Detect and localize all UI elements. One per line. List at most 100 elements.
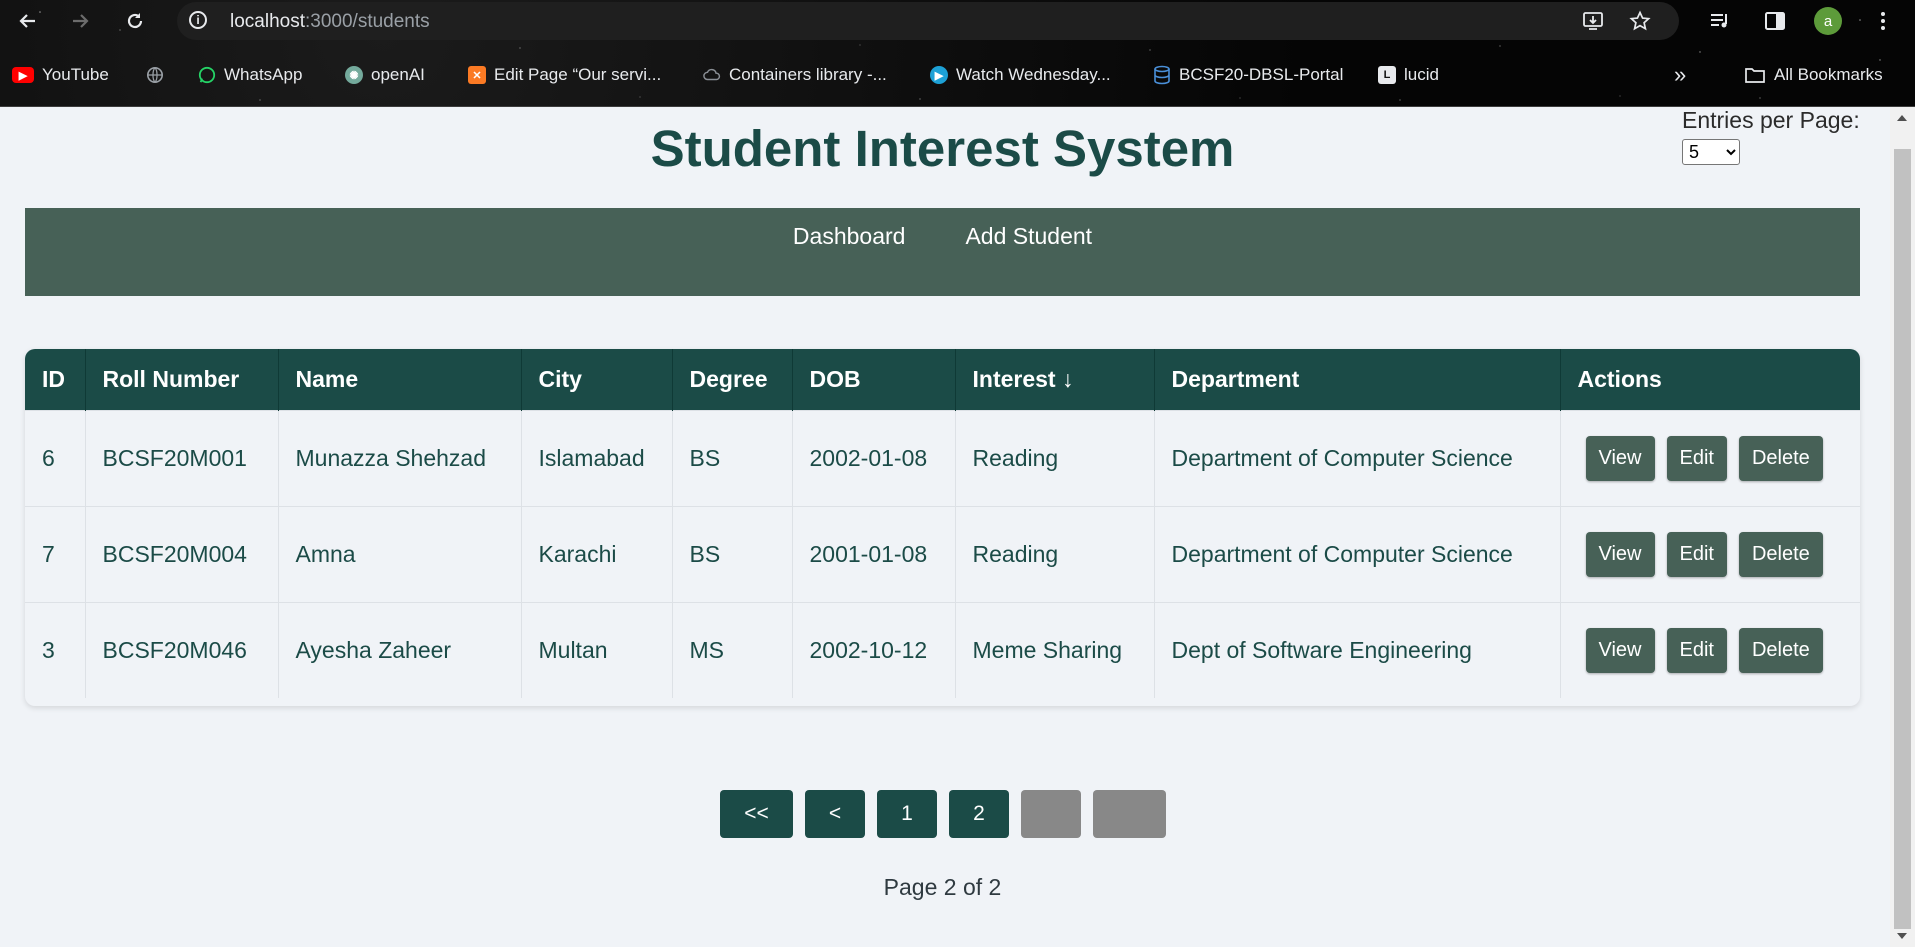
cell-actions: View Edit Delete bbox=[1560, 506, 1860, 603]
cell-dob: 2001-01-08 bbox=[792, 506, 956, 603]
side-panel-icon[interactable] bbox=[1760, 6, 1790, 36]
page-1-button[interactable]: 1 bbox=[877, 790, 937, 838]
cell-department: Department of Computer Science bbox=[1154, 506, 1561, 603]
cell-degree: BS bbox=[672, 506, 793, 603]
bookmark-star-icon[interactable] bbox=[1628, 9, 1652, 33]
page-info: Page 2 of 2 bbox=[883, 874, 1002, 900]
col-header-name[interactable]: Name bbox=[278, 349, 522, 411]
delete-button[interactable]: Delete bbox=[1738, 532, 1823, 577]
forward-arrow-icon[interactable] bbox=[65, 6, 95, 36]
delete-button[interactable]: Delete bbox=[1738, 628, 1823, 673]
col-header-degree[interactable]: Degree bbox=[672, 349, 793, 411]
bookmark-openai[interactable]: ✺ openAI bbox=[345, 62, 425, 88]
edit-button[interactable]: Edit bbox=[1666, 628, 1727, 673]
table-header-row: ID Roll Number Name City Degree DOB Inte… bbox=[25, 349, 1860, 411]
table-row: 6 BCSF20M001 Munazza Shehzad Islamabad B… bbox=[25, 410, 1860, 507]
cell-name: Amna bbox=[278, 506, 522, 603]
scroll-up-arrow-icon[interactable] bbox=[1897, 115, 1907, 121]
bookmark-edit-page[interactable]: ✕ Edit Page “Our servi... bbox=[468, 62, 661, 88]
scrollbar-thumb[interactable] bbox=[1894, 149, 1911, 929]
browser-chrome: i localhost:3000/students a ▶ YouTube Wh… bbox=[0, 0, 1915, 107]
next-page-button[interactable] bbox=[1021, 790, 1081, 838]
profile-avatar[interactable]: a bbox=[1814, 7, 1842, 35]
col-header-department[interactable]: Department bbox=[1154, 349, 1561, 411]
cell-actions: View Edit Delete bbox=[1560, 602, 1860, 698]
bookmark-whatsapp[interactable]: WhatsApp bbox=[198, 62, 302, 88]
col-header-city[interactable]: City bbox=[521, 349, 673, 411]
col-header-id[interactable]: ID bbox=[25, 349, 86, 411]
nav-dashboard-link[interactable]: Dashboard bbox=[793, 223, 906, 251]
view-button[interactable]: View bbox=[1585, 628, 1655, 673]
xampp-icon: ✕ bbox=[468, 66, 486, 84]
more-bookmarks-chevron-icon[interactable]: » bbox=[1674, 62, 1686, 88]
last-page-button[interactable] bbox=[1093, 790, 1166, 838]
prev-page-button[interactable]: < bbox=[805, 790, 865, 838]
edit-button[interactable]: Edit bbox=[1666, 532, 1727, 577]
cell-name: Ayesha Zaheer bbox=[278, 602, 522, 698]
cell-degree: MS bbox=[672, 602, 793, 698]
site-info-icon[interactable]: i bbox=[189, 11, 207, 29]
cell-interest: Reading bbox=[955, 410, 1155, 507]
cell-id: 6 bbox=[25, 410, 86, 507]
cell-city: Karachi bbox=[521, 506, 673, 603]
bookmark-watch-wednesday[interactable]: ▶ Watch Wednesday... bbox=[930, 62, 1111, 88]
kebab-menu-icon[interactable] bbox=[1868, 6, 1898, 36]
youtube-icon: ▶ bbox=[12, 67, 34, 83]
back-arrow-icon[interactable] bbox=[13, 6, 43, 36]
students-table-container: ID Roll Number Name City Degree DOB Inte… bbox=[25, 349, 1860, 706]
cell-name: Munazza Shehzad bbox=[278, 410, 522, 507]
cell-degree: BS bbox=[672, 410, 793, 507]
bookmark-lucid[interactable]: L lucid bbox=[1378, 62, 1439, 88]
col-header-dob[interactable]: DOB bbox=[792, 349, 956, 411]
nav-add-student-link[interactable]: Add Student bbox=[965, 223, 1092, 251]
entries-per-page-select[interactable]: 5 bbox=[1682, 139, 1740, 165]
install-app-icon[interactable] bbox=[1581, 9, 1605, 33]
pagination: << < 1 2 bbox=[720, 790, 1166, 838]
bookmark-youtube[interactable]: ▶ YouTube bbox=[12, 62, 109, 88]
col-header-actions: Actions bbox=[1560, 349, 1860, 411]
cell-actions: View Edit Delete bbox=[1560, 410, 1860, 507]
url-text[interactable]: localhost:3000/students bbox=[230, 11, 430, 33]
scroll-down-arrow-icon[interactable] bbox=[1897, 933, 1907, 939]
page-scrollbar[interactable] bbox=[1890, 107, 1915, 947]
cell-department: Dept of Software Engineering bbox=[1154, 602, 1561, 698]
bookmark-containers[interactable]: Containers library -... bbox=[703, 62, 887, 88]
cell-id: 7 bbox=[25, 506, 86, 603]
page-title: Student Interest System bbox=[650, 120, 1235, 177]
cell-id: 3 bbox=[25, 602, 86, 698]
edit-button[interactable]: Edit bbox=[1666, 436, 1727, 481]
cell-department: Department of Computer Science bbox=[1154, 410, 1561, 507]
bookmarks-bar: ▶ YouTube WhatsApp ✺ openAI ✕ Edit Page … bbox=[0, 57, 1915, 93]
globe-icon bbox=[146, 66, 164, 84]
delete-button[interactable]: Delete bbox=[1738, 436, 1823, 481]
cell-city: Islamabad bbox=[521, 410, 673, 507]
browser-toolbar: i localhost:3000/students a bbox=[0, 0, 1915, 42]
col-header-interest-sorted[interactable]: Interest ↓ bbox=[955, 349, 1155, 411]
col-header-roll-number[interactable]: Roll Number bbox=[85, 349, 279, 411]
table-row: 7 BCSF20M004 Amna Karachi BS 2001-01-08 … bbox=[25, 506, 1860, 603]
table-row: 3 BCSF20M046 Ayesha Zaheer Multan MS 200… bbox=[25, 602, 1860, 698]
cell-roll-number: BCSF20M001 bbox=[85, 410, 279, 507]
cloud-icon bbox=[703, 66, 721, 84]
lucid-icon: L bbox=[1378, 66, 1396, 84]
play-icon: ▶ bbox=[930, 66, 948, 84]
all-bookmarks-folder[interactable]: All Bookmarks bbox=[1744, 62, 1883, 88]
cell-city: Multan bbox=[521, 602, 673, 698]
cell-dob: 2002-10-12 bbox=[792, 602, 956, 698]
cell-roll-number: BCSF20M046 bbox=[85, 602, 279, 698]
cell-interest: Meme Sharing bbox=[955, 602, 1155, 698]
first-page-button[interactable]: << bbox=[720, 790, 793, 838]
view-button[interactable]: View bbox=[1585, 532, 1655, 577]
bookmark-dbsl-portal[interactable]: BCSF20-DBSL-Portal bbox=[1153, 62, 1343, 88]
view-button[interactable]: View bbox=[1585, 436, 1655, 481]
folder-icon bbox=[1744, 66, 1766, 84]
address-bar[interactable]: i localhost:3000/students bbox=[177, 2, 1679, 40]
media-control-icon[interactable] bbox=[1705, 6, 1735, 36]
bookmark-globe[interactable] bbox=[146, 62, 164, 88]
reload-icon[interactable] bbox=[120, 6, 150, 36]
page-content: Student Interest System Entries per Page… bbox=[0, 107, 1890, 947]
cell-dob: 2002-01-08 bbox=[792, 410, 956, 507]
page-2-button[interactable]: 2 bbox=[949, 790, 1009, 838]
main-navbar: Dashboard Add Student bbox=[25, 208, 1860, 296]
students-table: ID Roll Number Name City Degree DOB Inte… bbox=[25, 349, 1860, 698]
